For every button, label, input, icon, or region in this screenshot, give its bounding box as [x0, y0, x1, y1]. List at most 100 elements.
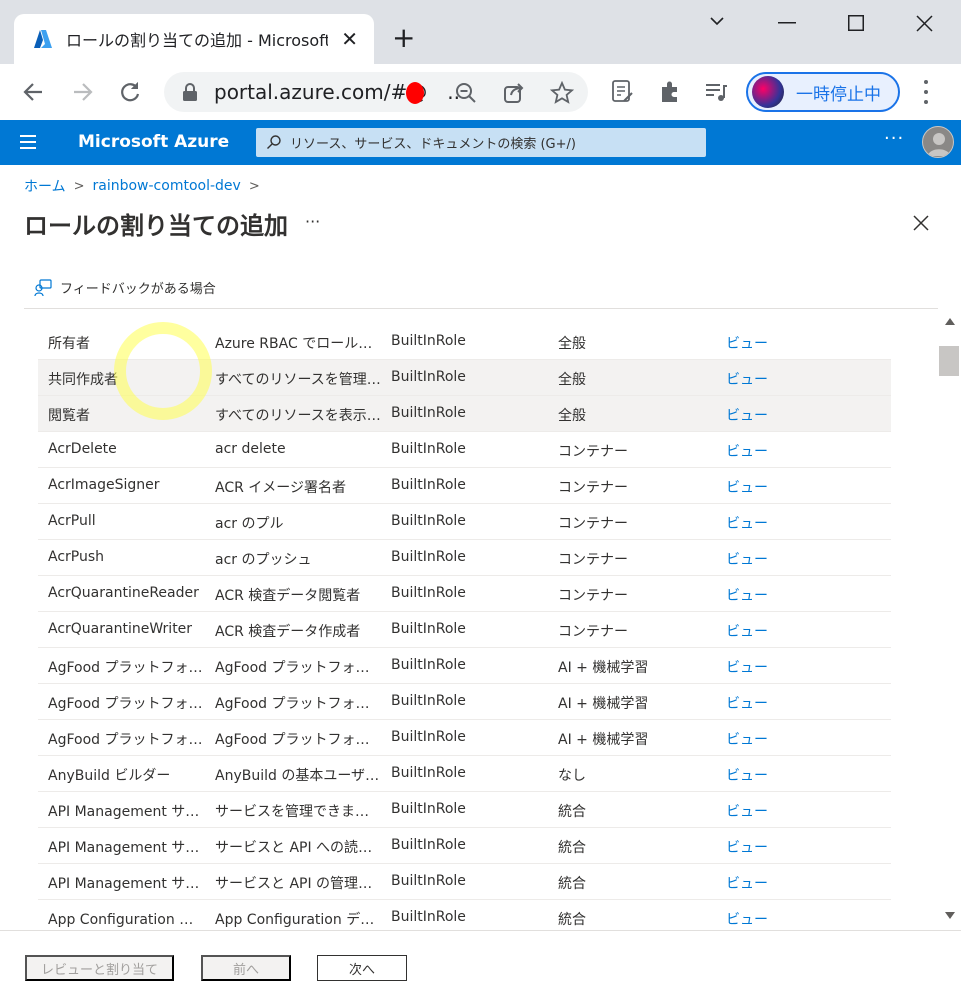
browser-toolbar: portal.azure.com/#@.. 一時停止中	[0, 64, 961, 120]
table-row[interactable]: App Configuration デー... App Configuration…	[38, 900, 891, 930]
role-details-link[interactable]: ビュー	[726, 477, 786, 497]
role-type-cell: BuiltInRole	[391, 585, 466, 601]
browser-tab[interactable]: ロールの割り当ての追加 - Microsoft ✕	[14, 14, 374, 64]
role-details-link[interactable]: ビュー	[726, 801, 786, 821]
role-details-link[interactable]: ビュー	[726, 549, 786, 569]
table-row[interactable]: API Management サー... サービスと API への読み取... Bu…	[38, 828, 891, 864]
title-more-icon[interactable]: ···	[305, 212, 320, 231]
azure-brand[interactable]: Microsoft Azure	[78, 132, 229, 152]
role-category-cell: コンテナー	[558, 516, 628, 532]
role-description-cell: App Configuration データ...	[215, 912, 381, 928]
feedback-label: フィードバックがある場合	[60, 282, 216, 297]
role-name-cell: AnyBuild ビルダー	[48, 768, 171, 784]
search-icon	[267, 135, 281, 149]
role-details-link[interactable]: ビュー	[726, 333, 786, 353]
tab-close-icon[interactable]: ✕	[341, 27, 358, 51]
window-close-icon[interactable]	[916, 15, 933, 32]
table-row[interactable]: API Management サー... サービスと API の管理が可能 Buil…	[38, 864, 891, 900]
role-category-cell: なし	[558, 768, 586, 784]
scrollbar-thumb[interactable]	[939, 346, 959, 376]
share-icon[interactable]	[502, 81, 526, 105]
role-name-cell: AcrQuarantineReader	[48, 585, 199, 601]
table-row[interactable]: AnyBuild ビルダー AnyBuild の基本ユーザー ... BuiltIn…	[38, 756, 891, 792]
role-details-link[interactable]: ビュー	[726, 693, 786, 713]
tab-title: ロールの割り当ての追加 - Microsoft	[66, 31, 328, 50]
role-details-link[interactable]: ビュー	[726, 873, 786, 893]
browser-menu-icon[interactable]	[918, 80, 934, 104]
role-details-link[interactable]: ビュー	[726, 405, 786, 425]
role-details-link[interactable]: ビュー	[726, 441, 786, 461]
role-type-cell: BuiltInRole	[391, 333, 466, 349]
maximize-icon[interactable]	[848, 15, 864, 31]
role-details-link[interactable]: ビュー	[726, 765, 786, 785]
table-row[interactable]: AcrPush acr のプッシュ BuiltInRole コンテナー ビュー	[38, 540, 891, 576]
blade-close-icon[interactable]	[910, 212, 932, 234]
scroll-down-arrow-icon[interactable]	[945, 912, 955, 919]
role-description-cell: AgFood プラットフォーム サ...	[215, 732, 381, 748]
reload-icon[interactable]	[116, 78, 144, 106]
global-search-input[interactable]: リソース、サービス、ドキュメントの検索 (G+/)	[256, 128, 706, 157]
role-type-cell: BuiltInRole	[391, 621, 466, 637]
role-description-cell: すべてのリソースを管理する...	[215, 372, 381, 388]
role-category-cell: コンテナー	[558, 588, 628, 604]
role-details-link[interactable]: ビュー	[726, 729, 786, 749]
role-type-cell: BuiltInRole	[391, 801, 466, 817]
role-category-cell: コンテナー	[558, 552, 628, 568]
table-row[interactable]: AgFood プラットフォーム ... AgFood プラットフォーム サ... B…	[38, 720, 891, 756]
hamburger-menu-icon[interactable]	[20, 135, 36, 149]
feedback-person-icon	[34, 278, 52, 296]
role-details-link[interactable]: ビュー	[726, 657, 786, 677]
azure-more-icon[interactable]: ···	[884, 128, 904, 149]
scroll-up-arrow-icon[interactable]	[945, 318, 955, 325]
role-type-cell: BuiltInRole	[391, 405, 466, 421]
table-row[interactable]: AgFood プラットフォーム ... AgFood プラットフォーム サ... B…	[38, 648, 891, 684]
previous-button[interactable]: 前へ	[201, 955, 291, 981]
media-control-icon[interactable]	[704, 79, 728, 105]
table-row[interactable]: AgFood プラットフォーム ... AgFood プラットフォーム サ... B…	[38, 684, 891, 720]
grid-scrollbar[interactable]	[938, 310, 961, 930]
role-details-link[interactable]: ビュー	[726, 513, 786, 533]
back-arrow-icon[interactable]	[20, 78, 48, 106]
new-tab-icon[interactable]: +	[392, 24, 415, 52]
breadcrumb-resource[interactable]: rainbow-comtool-dev	[93, 178, 241, 194]
zoom-out-icon[interactable]	[454, 81, 478, 105]
role-details-link[interactable]: ビュー	[726, 837, 786, 857]
review-assign-button[interactable]: レビューと割り当て	[25, 955, 174, 981]
table-row[interactable]: AcrImageSigner ACR イメージ署名者 BuiltInRole コンテナ…	[38, 468, 891, 504]
role-category-cell: 全般	[558, 408, 586, 424]
role-description-cell: サービスと API への読み取...	[215, 840, 381, 856]
azure-logo-icon	[34, 30, 52, 48]
next-button[interactable]: 次へ	[317, 955, 407, 981]
role-name-cell: AcrImageSigner	[48, 477, 160, 493]
role-details-link[interactable]: ビュー	[726, 621, 786, 641]
forward-arrow-icon[interactable]	[68, 78, 96, 106]
table-row[interactable]: AcrDelete acr delete BuiltInRole コンテナー ビュー	[38, 432, 891, 468]
profile-button[interactable]: 一時停止中	[746, 72, 900, 112]
table-row[interactable]: AcrQuarantineReader ACR 検査データ閲覧者 BuiltInRo…	[38, 576, 891, 612]
lock-icon[interactable]	[182, 83, 198, 101]
table-row[interactable]: API Management サー... サービスを管理できますが、... Buil…	[38, 792, 891, 828]
role-details-link[interactable]: ビュー	[726, 369, 786, 389]
reading-list-icon[interactable]	[610, 79, 634, 105]
extensions-puzzle-icon[interactable]	[658, 79, 682, 105]
role-category-cell: 全般	[558, 372, 586, 388]
breadcrumb-home[interactable]: ホーム	[24, 176, 66, 196]
role-type-cell: BuiltInRole	[391, 549, 466, 565]
role-category-cell: AI + 機械学習	[558, 660, 649, 676]
table-row[interactable]: AcrQuarantineWriter ACR 検査データ作成者 BuiltInRo…	[38, 612, 891, 648]
user-avatar[interactable]	[922, 126, 954, 158]
role-details-link[interactable]: ビュー	[726, 909, 786, 929]
table-row[interactable]: AcrPull acr のプル BuiltInRole コンテナー ビュー	[38, 504, 891, 540]
feedback-button[interactable]: フィードバックがある場合	[34, 278, 216, 297]
role-name-cell: AgFood プラットフォーム ...	[48, 696, 204, 712]
minimize-icon[interactable]	[778, 22, 796, 24]
role-details-link[interactable]: ビュー	[726, 585, 786, 605]
page-title: ロールの割り当ての追加	[24, 212, 288, 240]
role-type-cell: BuiltInRole	[391, 369, 466, 385]
role-name-cell: AcrQuarantineWriter	[48, 621, 193, 637]
tab-search-icon[interactable]	[708, 14, 726, 28]
role-name-cell: API Management サー...	[48, 840, 204, 856]
role-category-cell: 全般	[558, 336, 586, 352]
bookmark-star-icon[interactable]	[550, 81, 574, 105]
address-bar[interactable]: portal.azure.com/#@..	[164, 72, 588, 112]
